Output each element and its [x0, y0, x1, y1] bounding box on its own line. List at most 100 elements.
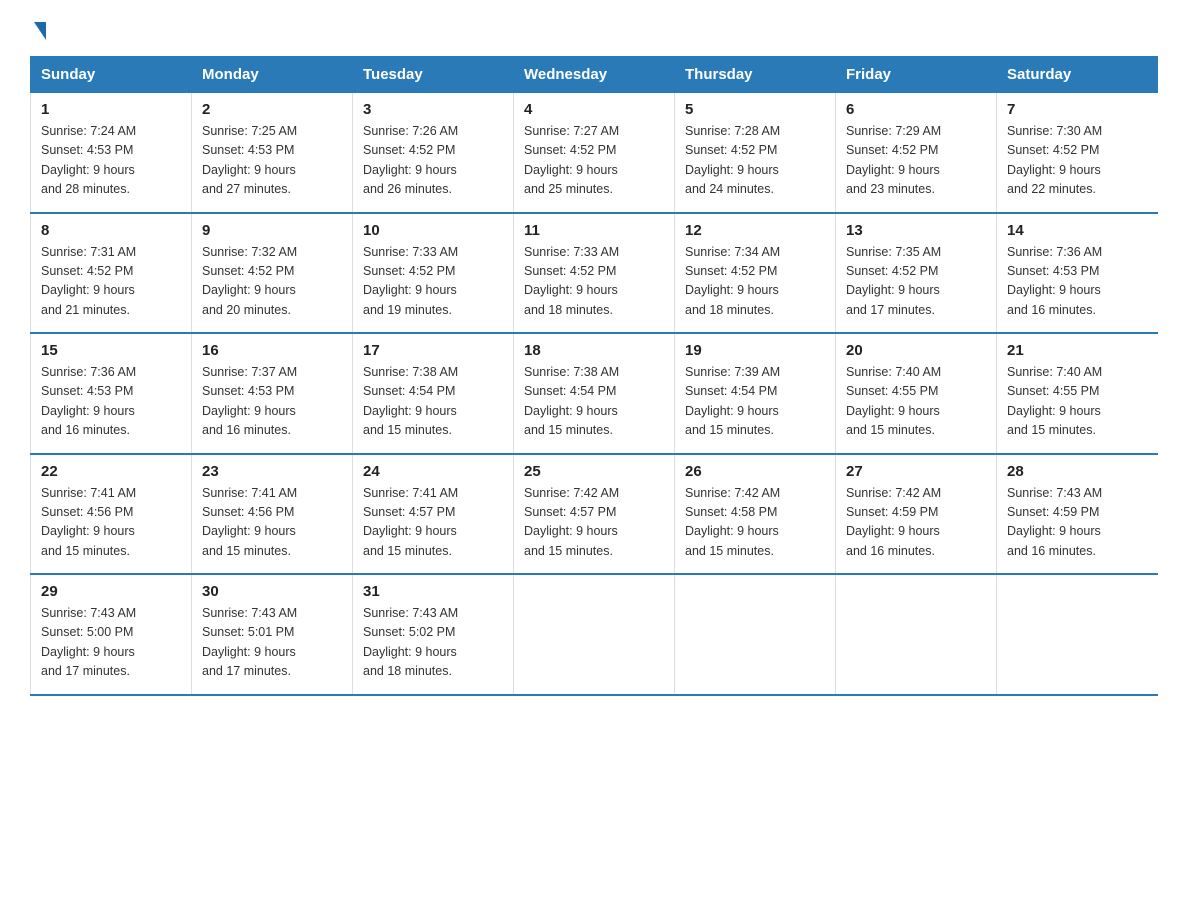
day-number: 7: [1007, 101, 1148, 118]
day-number: 18: [524, 342, 664, 359]
day-number: 3: [363, 101, 503, 118]
day-number: 26: [685, 463, 825, 480]
calendar-day-cell: 19 Sunrise: 7:39 AM Sunset: 4:54 PM Dayl…: [675, 333, 836, 454]
empty-cell: [675, 574, 836, 695]
day-number: 20: [846, 342, 986, 359]
day-info: Sunrise: 7:33 AM Sunset: 4:52 PM Dayligh…: [524, 243, 664, 321]
header-monday: Monday: [192, 57, 353, 93]
day-number: 8: [41, 222, 181, 239]
calendar-day-cell: 14 Sunrise: 7:36 AM Sunset: 4:53 PM Dayl…: [997, 213, 1158, 334]
day-number: 12: [685, 222, 825, 239]
day-number: 21: [1007, 342, 1148, 359]
day-number: 28: [1007, 463, 1148, 480]
day-number: 6: [846, 101, 986, 118]
day-number: 2: [202, 101, 342, 118]
day-info: Sunrise: 7:30 AM Sunset: 4:52 PM Dayligh…: [1007, 122, 1148, 200]
calendar-day-cell: 31 Sunrise: 7:43 AM Sunset: 5:02 PM Dayl…: [353, 574, 514, 695]
day-info: Sunrise: 7:38 AM Sunset: 4:54 PM Dayligh…: [363, 363, 503, 441]
day-info: Sunrise: 7:34 AM Sunset: 4:52 PM Dayligh…: [685, 243, 825, 321]
calendar-day-cell: 17 Sunrise: 7:38 AM Sunset: 4:54 PM Dayl…: [353, 333, 514, 454]
calendar-day-cell: 3 Sunrise: 7:26 AM Sunset: 4:52 PM Dayli…: [353, 93, 514, 213]
day-info: Sunrise: 7:40 AM Sunset: 4:55 PM Dayligh…: [846, 363, 986, 441]
day-info: Sunrise: 7:37 AM Sunset: 4:53 PM Dayligh…: [202, 363, 342, 441]
day-info: Sunrise: 7:32 AM Sunset: 4:52 PM Dayligh…: [202, 243, 342, 321]
day-number: 4: [524, 101, 664, 118]
day-number: 30: [202, 583, 342, 600]
calendar-day-cell: 4 Sunrise: 7:27 AM Sunset: 4:52 PM Dayli…: [514, 93, 675, 213]
header-sunday: Sunday: [31, 57, 192, 93]
day-info: Sunrise: 7:33 AM Sunset: 4:52 PM Dayligh…: [363, 243, 503, 321]
header-friday: Friday: [836, 57, 997, 93]
day-number: 31: [363, 583, 503, 600]
calendar-day-cell: 27 Sunrise: 7:42 AM Sunset: 4:59 PM Dayl…: [836, 454, 997, 575]
day-info: Sunrise: 7:36 AM Sunset: 4:53 PM Dayligh…: [41, 363, 181, 441]
day-info: Sunrise: 7:31 AM Sunset: 4:52 PM Dayligh…: [41, 243, 181, 321]
calendar-day-cell: 1 Sunrise: 7:24 AM Sunset: 4:53 PM Dayli…: [31, 93, 192, 213]
day-number: 11: [524, 222, 664, 239]
day-number: 25: [524, 463, 664, 480]
day-number: 29: [41, 583, 181, 600]
day-info: Sunrise: 7:39 AM Sunset: 4:54 PM Dayligh…: [685, 363, 825, 441]
day-number: 14: [1007, 222, 1148, 239]
day-info: Sunrise: 7:41 AM Sunset: 4:56 PM Dayligh…: [202, 484, 342, 562]
calendar-day-cell: 6 Sunrise: 7:29 AM Sunset: 4:52 PM Dayli…: [836, 93, 997, 213]
calendar-day-cell: 30 Sunrise: 7:43 AM Sunset: 5:01 PM Dayl…: [192, 574, 353, 695]
day-info: Sunrise: 7:26 AM Sunset: 4:52 PM Dayligh…: [363, 122, 503, 200]
calendar-day-cell: 28 Sunrise: 7:43 AM Sunset: 4:59 PM Dayl…: [997, 454, 1158, 575]
day-number: 1: [41, 101, 181, 118]
calendar-week-row: 1 Sunrise: 7:24 AM Sunset: 4:53 PM Dayli…: [31, 93, 1158, 213]
calendar-day-cell: 15 Sunrise: 7:36 AM Sunset: 4:53 PM Dayl…: [31, 333, 192, 454]
calendar-day-cell: 22 Sunrise: 7:41 AM Sunset: 4:56 PM Dayl…: [31, 454, 192, 575]
calendar-week-row: 29 Sunrise: 7:43 AM Sunset: 5:00 PM Dayl…: [31, 574, 1158, 695]
day-info: Sunrise: 7:28 AM Sunset: 4:52 PM Dayligh…: [685, 122, 825, 200]
logo-arrow-icon: [34, 22, 46, 40]
day-number: 27: [846, 463, 986, 480]
calendar-day-cell: 10 Sunrise: 7:33 AM Sunset: 4:52 PM Dayl…: [353, 213, 514, 334]
calendar-day-cell: 18 Sunrise: 7:38 AM Sunset: 4:54 PM Dayl…: [514, 333, 675, 454]
day-info: Sunrise: 7:25 AM Sunset: 4:53 PM Dayligh…: [202, 122, 342, 200]
day-info: Sunrise: 7:35 AM Sunset: 4:52 PM Dayligh…: [846, 243, 986, 321]
header-wednesday: Wednesday: [514, 57, 675, 93]
day-number: 19: [685, 342, 825, 359]
calendar-day-cell: 12 Sunrise: 7:34 AM Sunset: 4:52 PM Dayl…: [675, 213, 836, 334]
page-header: [30, 20, 1158, 38]
day-info: Sunrise: 7:36 AM Sunset: 4:53 PM Dayligh…: [1007, 243, 1148, 321]
day-info: Sunrise: 7:42 AM Sunset: 4:59 PM Dayligh…: [846, 484, 986, 562]
empty-cell: [997, 574, 1158, 695]
day-number: 13: [846, 222, 986, 239]
calendar-day-cell: 7 Sunrise: 7:30 AM Sunset: 4:52 PM Dayli…: [997, 93, 1158, 213]
calendar-week-row: 8 Sunrise: 7:31 AM Sunset: 4:52 PM Dayli…: [31, 213, 1158, 334]
day-info: Sunrise: 7:43 AM Sunset: 5:02 PM Dayligh…: [363, 604, 503, 682]
calendar-day-cell: 5 Sunrise: 7:28 AM Sunset: 4:52 PM Dayli…: [675, 93, 836, 213]
calendar-day-cell: 2 Sunrise: 7:25 AM Sunset: 4:53 PM Dayli…: [192, 93, 353, 213]
header-thursday: Thursday: [675, 57, 836, 93]
day-number: 15: [41, 342, 181, 359]
day-info: Sunrise: 7:40 AM Sunset: 4:55 PM Dayligh…: [1007, 363, 1148, 441]
logo: [30, 20, 46, 38]
day-number: 23: [202, 463, 342, 480]
calendar-day-cell: 9 Sunrise: 7:32 AM Sunset: 4:52 PM Dayli…: [192, 213, 353, 334]
calendar-week-row: 15 Sunrise: 7:36 AM Sunset: 4:53 PM Dayl…: [31, 333, 1158, 454]
calendar-header-row: SundayMondayTuesdayWednesdayThursdayFrid…: [31, 57, 1158, 93]
day-info: Sunrise: 7:41 AM Sunset: 4:56 PM Dayligh…: [41, 484, 181, 562]
calendar-day-cell: 11 Sunrise: 7:33 AM Sunset: 4:52 PM Dayl…: [514, 213, 675, 334]
calendar-day-cell: 29 Sunrise: 7:43 AM Sunset: 5:00 PM Dayl…: [31, 574, 192, 695]
calendar-day-cell: 16 Sunrise: 7:37 AM Sunset: 4:53 PM Dayl…: [192, 333, 353, 454]
calendar-day-cell: 25 Sunrise: 7:42 AM Sunset: 4:57 PM Dayl…: [514, 454, 675, 575]
day-info: Sunrise: 7:42 AM Sunset: 4:58 PM Dayligh…: [685, 484, 825, 562]
calendar-day-cell: 26 Sunrise: 7:42 AM Sunset: 4:58 PM Dayl…: [675, 454, 836, 575]
day-info: Sunrise: 7:27 AM Sunset: 4:52 PM Dayligh…: [524, 122, 664, 200]
calendar-day-cell: 24 Sunrise: 7:41 AM Sunset: 4:57 PM Dayl…: [353, 454, 514, 575]
header-saturday: Saturday: [997, 57, 1158, 93]
day-info: Sunrise: 7:43 AM Sunset: 5:01 PM Dayligh…: [202, 604, 342, 682]
day-number: 9: [202, 222, 342, 239]
header-tuesday: Tuesday: [353, 57, 514, 93]
calendar-day-cell: 8 Sunrise: 7:31 AM Sunset: 4:52 PM Dayli…: [31, 213, 192, 334]
calendar-day-cell: 21 Sunrise: 7:40 AM Sunset: 4:55 PM Dayl…: [997, 333, 1158, 454]
day-info: Sunrise: 7:29 AM Sunset: 4:52 PM Dayligh…: [846, 122, 986, 200]
empty-cell: [514, 574, 675, 695]
day-info: Sunrise: 7:42 AM Sunset: 4:57 PM Dayligh…: [524, 484, 664, 562]
day-number: 5: [685, 101, 825, 118]
day-info: Sunrise: 7:24 AM Sunset: 4:53 PM Dayligh…: [41, 122, 181, 200]
day-number: 24: [363, 463, 503, 480]
